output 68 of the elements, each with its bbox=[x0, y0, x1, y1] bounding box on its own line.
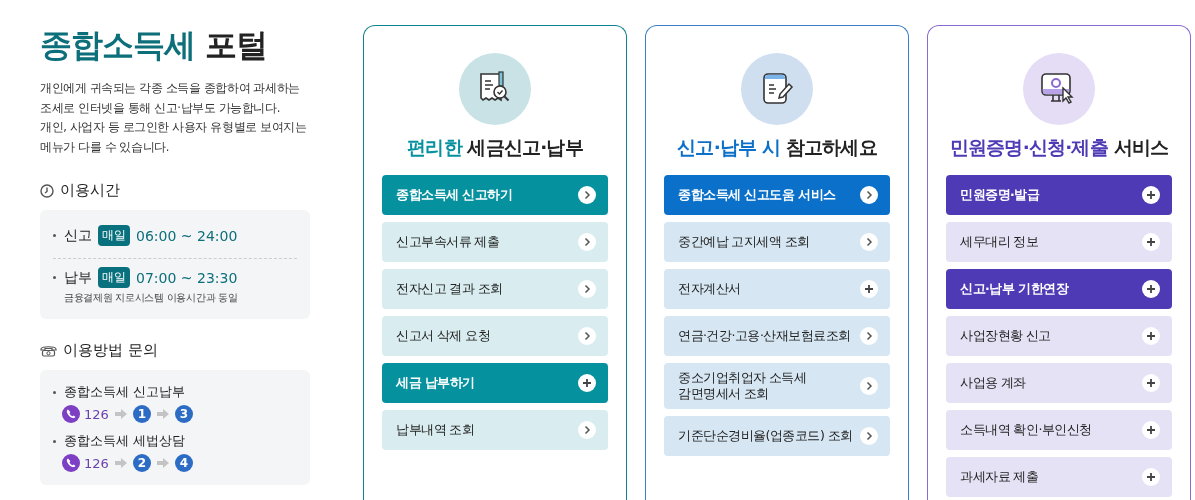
card-title: 편리한 세금신고·납부 bbox=[406, 136, 584, 160]
menu-item[interactable]: 신고·납부 기한연장 bbox=[946, 269, 1172, 309]
menu-item[interactable]: 종합소득세 신고하기 bbox=[382, 175, 608, 215]
step-number: 3 bbox=[174, 405, 193, 423]
daily-badge: 매일 bbox=[98, 267, 130, 288]
hours-label: 신고 bbox=[64, 226, 92, 245]
hours-time: 06:00 ~ 24:00 bbox=[136, 227, 238, 244]
chevron-right-icon bbox=[860, 327, 878, 345]
menu-item[interactable]: 연금·건강·고용·산재보험료조회 bbox=[664, 316, 890, 356]
plus-icon bbox=[1142, 186, 1160, 204]
page-title: 종합소득세 포털 bbox=[40, 25, 269, 65]
plus-icon bbox=[1142, 374, 1160, 392]
menu-item[interactable]: 납부내역 조회 bbox=[382, 410, 608, 450]
menu-item[interactable]: 세금 납부하기 bbox=[382, 363, 608, 403]
menu-item[interactable]: 종합소득세 신고도움 서비스 bbox=[664, 175, 890, 215]
card-title: 민원증명·신청·제출 서비스 bbox=[948, 136, 1170, 160]
phone-number: 126 bbox=[84, 406, 109, 422]
hours-note: 금융결제원 지로시스템 이용시간과 동일 bbox=[64, 291, 239, 305]
menu-item[interactable]: 소득내역 확인·부인신청 bbox=[946, 410, 1172, 450]
chevron-right-icon bbox=[578, 327, 596, 345]
chevron-right-icon bbox=[860, 427, 878, 445]
chevron-right-icon bbox=[578, 280, 596, 298]
menu-item[interactable]: 과세자료 제출 bbox=[946, 457, 1172, 497]
arrow-icon bbox=[114, 409, 127, 419]
arrow-icon bbox=[156, 409, 169, 419]
menu-item[interactable]: 전자신고 결과 조회 bbox=[382, 269, 608, 309]
arrow-icon bbox=[156, 458, 169, 468]
daily-badge: 매일 bbox=[98, 225, 130, 246]
plus-icon bbox=[860, 280, 878, 298]
menu-item[interactable]: 신고부속서류 제출 bbox=[382, 222, 608, 262]
step-number: 1 bbox=[132, 405, 151, 423]
plus-icon bbox=[1142, 327, 1160, 345]
arrow-icon bbox=[114, 458, 127, 468]
description: 개인에게 귀속되는 각종 소득을 종합하여 과세하는 조세로 인터넷을 통해 신고·납부도 가능합니다. 개인, 사업자 등 로그인한 사용자 유형별로 보여지는 메뉴가 다를 수 있습니다. bbox=[40, 80, 308, 156]
telephone-icon bbox=[40, 344, 57, 357]
plus-icon bbox=[1142, 421, 1160, 439]
card-title: 신고·납부 시 참고하세요 bbox=[676, 136, 878, 160]
menu-item[interactable]: 전자계산서 bbox=[664, 269, 890, 309]
step-number: 4 bbox=[174, 454, 193, 472]
plus-icon bbox=[1142, 233, 1160, 251]
plus-icon bbox=[578, 374, 596, 392]
chevron-right-icon bbox=[578, 233, 596, 251]
menu-item[interactable]: 사업용 계좌 bbox=[946, 363, 1172, 403]
menu-item[interactable]: 중간예납 고지세액 조회 bbox=[664, 222, 890, 262]
menu-item[interactable]: 민원증명·발급 bbox=[946, 175, 1172, 215]
phone-icon bbox=[62, 454, 80, 472]
phone-icon bbox=[62, 405, 80, 423]
phone-number: 126 bbox=[84, 455, 109, 471]
contact-label: 종합소득세 신고납부 bbox=[64, 384, 185, 401]
section-heading: 이용방법 문의 bbox=[63, 341, 158, 360]
chevron-right-icon bbox=[860, 377, 878, 395]
hours-label: 납부 bbox=[64, 268, 92, 287]
menu-item[interactable]: 사업장현황 신고 bbox=[946, 316, 1172, 356]
contact-label: 종합소득세 세법상담 bbox=[64, 433, 185, 450]
hours-time: 07:00 ~ 23:30 bbox=[136, 269, 238, 286]
menu-item[interactable]: 세무대리 정보 bbox=[946, 222, 1172, 262]
chevron-right-icon bbox=[578, 421, 596, 439]
chevron-right-icon bbox=[578, 186, 596, 204]
menu-item[interactable]: 중소기업취업자 소득세 감면명세서 조회 bbox=[664, 363, 890, 409]
chevron-right-icon bbox=[860, 233, 878, 251]
clock-icon bbox=[40, 183, 54, 198]
plus-icon bbox=[1142, 280, 1160, 298]
menu-item[interactable]: 신고서 삭제 요청 bbox=[382, 316, 608, 356]
step-number: 2 bbox=[132, 454, 151, 472]
plus-icon bbox=[1142, 468, 1160, 486]
section-heading: 이용시간 bbox=[60, 181, 120, 200]
chevron-right-icon bbox=[860, 186, 878, 204]
menu-item[interactable]: 기준단순경비율(업종코드) 조회 bbox=[664, 416, 890, 456]
